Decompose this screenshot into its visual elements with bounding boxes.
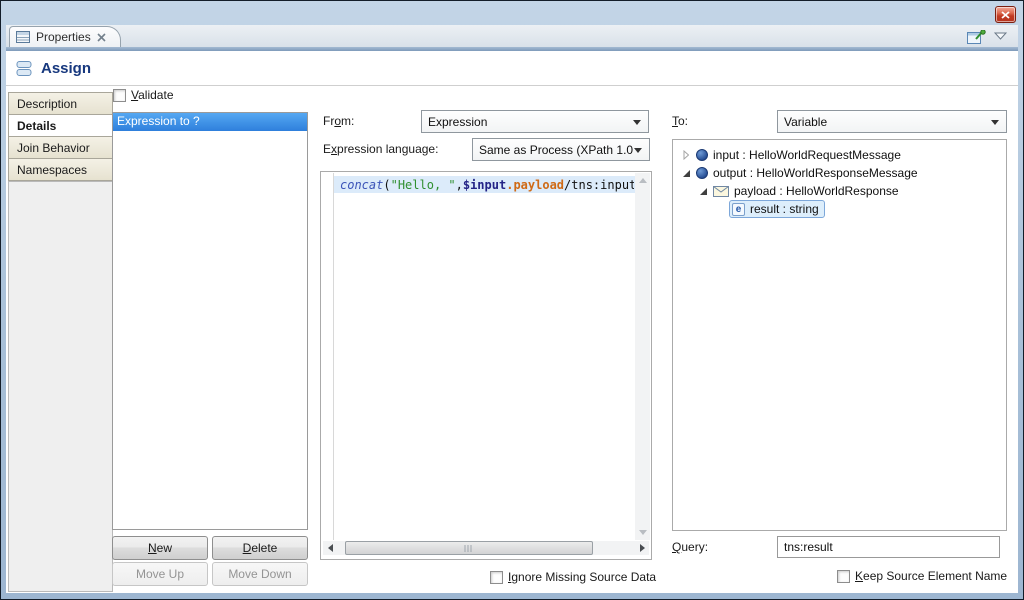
sidebar-tab-namespaces[interactable]: Namespaces <box>8 158 113 181</box>
view-tab-bar <box>6 25 1018 47</box>
assign-icon <box>16 60 33 77</box>
to-combo[interactable]: Variable <box>777 110 1007 133</box>
sidebar-tab-label: Details <box>17 119 56 133</box>
tree-item-output[interactable]: output : HelloWorldResponseMessage <box>673 164 1006 182</box>
tree-item-result[interactable]: e result : string <box>673 200 1006 218</box>
sidebar-tab-label: Namespaces <box>17 163 87 177</box>
tree-selection[interactable]: e result : string <box>729 200 825 218</box>
expand-expanded-icon[interactable] <box>698 187 708 196</box>
properties-view-icon <box>16 31 30 43</box>
ignore-missing-label[interactable]: Ignore Missing Source Data <box>508 570 656 584</box>
form-header: Assign <box>6 51 1018 86</box>
expand-collapsed-icon[interactable] <box>681 150 691 160</box>
scroll-down-icon[interactable] <box>635 525 650 540</box>
tab-close-icon[interactable] <box>97 33 106 42</box>
chevron-down-icon <box>634 148 642 153</box>
list-item[interactable]: Expression to ? <box>113 113 307 131</box>
validate-label[interactable]: Validate <box>131 88 174 102</box>
pin-view-icon[interactable] <box>966 29 986 45</box>
editor-gutter <box>333 173 334 540</box>
view-menu-icon[interactable] <box>993 31 1007 41</box>
sidebar-tab-label: Join Behavior <box>17 141 90 155</box>
editor-horizontal-scrollbar[interactable] <box>323 541 649 555</box>
tree-item-label: result : string <box>750 202 819 216</box>
from-combo[interactable]: Expression <box>421 110 649 133</box>
expression-editor[interactable]: concat("Hello, ",$input.payload/tns:inpu… <box>320 171 652 560</box>
variables-tree: input : HelloWorldRequestMessage output … <box>672 139 1007 531</box>
message-part-icon <box>713 186 729 197</box>
tree-item-label: input : HelloWorldRequestMessage <box>713 148 901 162</box>
from-label: From: <box>323 114 354 128</box>
expand-expanded-icon[interactable] <box>681 169 691 178</box>
tab-label: Properties <box>36 30 91 44</box>
sidebar-empty-panel <box>8 181 113 592</box>
variable-icon <box>696 149 708 161</box>
keep-source-checkbox[interactable] <box>837 570 850 583</box>
sidebar-tab-details[interactable]: Details <box>8 114 113 137</box>
variable-icon <box>696 167 708 179</box>
tree-item-label: output : HelloWorldResponseMessage <box>713 166 918 180</box>
move-down-button[interactable]: Move Down <box>212 562 308 586</box>
chevron-down-icon <box>633 120 641 125</box>
expression-code[interactable]: concat("Hello, ",$input.payload/tns:inpu… <box>340 178 634 192</box>
query-label: Query: <box>672 540 708 554</box>
tree-item-label: payload : HelloWorldResponse <box>734 184 899 198</box>
query-input[interactable]: tns:result <box>777 536 1000 558</box>
keep-source-label[interactable]: Keep Source Element Name <box>855 569 1007 583</box>
new-button[interactable]: New <box>112 536 208 560</box>
scroll-up-icon[interactable] <box>635 173 650 188</box>
scroll-left-icon[interactable] <box>323 541 337 555</box>
scrollbar-thumb[interactable] <box>345 541 593 555</box>
delete-button[interactable]: Delete <box>212 536 308 560</box>
window-close-button[interactable] <box>995 6 1016 23</box>
sidebar-tab-description[interactable]: Description <box>8 92 113 115</box>
expression-language-combo[interactable]: Same as Process (XPath 1.0 in <box>472 138 650 161</box>
ignore-missing-checkbox[interactable] <box>490 571 503 584</box>
scroll-right-icon[interactable] <box>635 541 649 555</box>
page-title: Assign <box>41 60 91 77</box>
properties-window: Properties Assign Description Details <box>0 0 1024 600</box>
expression-language-label: Expression language: <box>323 142 438 156</box>
editor-vertical-scrollbar[interactable] <box>635 173 650 540</box>
to-label: To: <box>672 114 688 128</box>
element-icon: e <box>732 203 745 216</box>
expression-language-value: Same as Process (XPath 1.0 in <box>479 143 633 157</box>
to-combo-value: Variable <box>784 115 827 129</box>
from-combo-value: Expression <box>428 115 487 129</box>
close-icon <box>1001 11 1010 19</box>
move-up-button[interactable]: Move Up <box>112 562 208 586</box>
tree-item-input[interactable]: input : HelloWorldRequestMessage <box>673 146 1006 164</box>
expressions-list: Expression to ? <box>112 112 308 530</box>
tab-properties[interactable]: Properties <box>9 26 121 47</box>
sidebar-tab-label: Description <box>17 97 77 111</box>
chevron-down-icon <box>991 120 999 125</box>
tree-item-payload[interactable]: payload : HelloWorldResponse <box>673 182 1006 200</box>
sidebar-tab-join-behavior[interactable]: Join Behavior <box>8 136 113 159</box>
validate-checkbox[interactable] <box>113 89 126 102</box>
